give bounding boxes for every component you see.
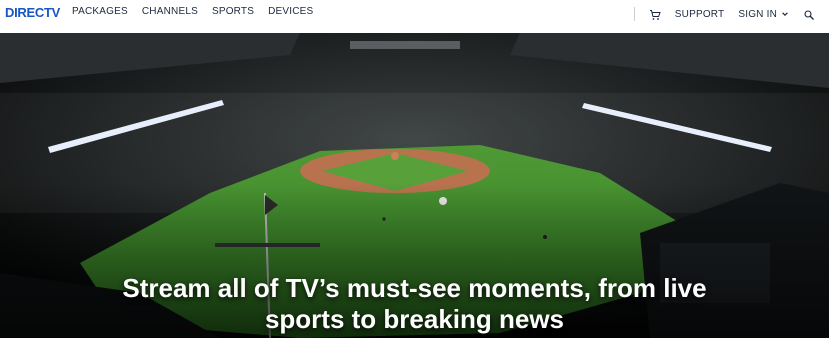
directv-logo[interactable]: DIRECTV <box>5 5 60 20</box>
utility-nav: SUPPORT SIGN IN <box>633 5 815 23</box>
nav-devices[interactable]: DEVICES <box>268 6 313 17</box>
top-navigation: DIRECTV PACKAGES CHANNELS SPORTS DEVICES… <box>0 0 829 33</box>
nav-divider <box>633 7 635 21</box>
support-link[interactable]: SUPPORT <box>675 9 725 20</box>
search-icon[interactable] <box>803 8 815 20</box>
chevron-down-icon <box>781 5 789 23</box>
cart-icon[interactable] <box>649 8 661 20</box>
primary-nav: PACKAGES CHANNELS SPORTS DEVICES <box>72 6 313 17</box>
hero-banner: Stream all of TV’s must-see moments, fro… <box>0 33 829 338</box>
nav-sports[interactable]: SPORTS <box>212 6 254 17</box>
hero-headline-line-2: sports to breaking news <box>264 304 565 334</box>
nav-packages[interactable]: PACKAGES <box>72 6 128 17</box>
hero-headline: Stream all of TV’s must-see moments, fro… <box>0 273 829 335</box>
hero-headline-line-1: Stream all of TV’s must-see moments, fro… <box>122 273 707 303</box>
nav-channels[interactable]: CHANNELS <box>142 6 198 17</box>
signin-label: SIGN IN <box>738 8 777 20</box>
signin-menu[interactable]: SIGN IN <box>738 5 789 23</box>
